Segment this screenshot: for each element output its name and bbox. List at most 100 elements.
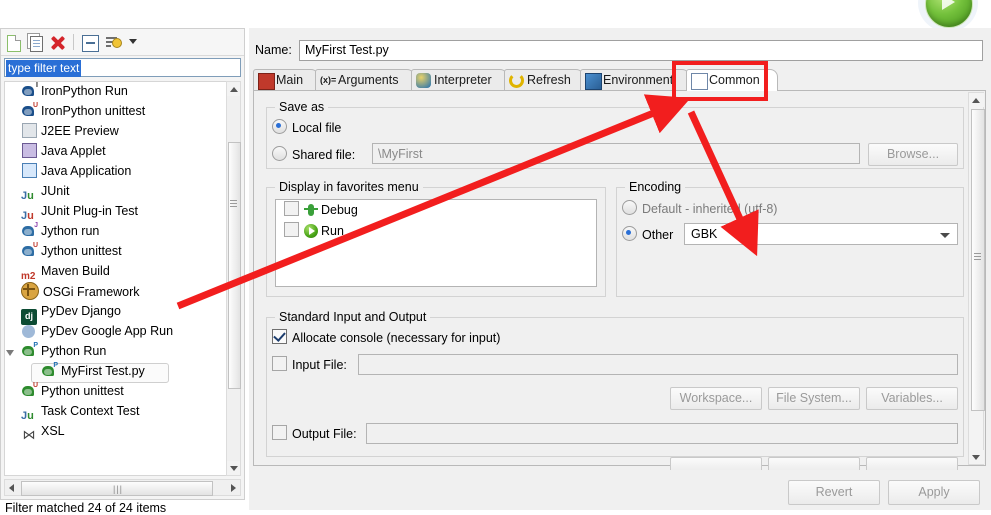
refresh-icon: [509, 73, 524, 88]
tree-item-label: Java Applet: [41, 144, 106, 158]
filter-input[interactable]: type filter text: [4, 58, 241, 77]
encoding-default-radio[interactable]: Default - inherited (utf-8): [622, 200, 777, 216]
encoding-other-combo[interactable]: GBK: [684, 223, 958, 245]
tree-item-python-unittest[interactable]: U Python unittest: [5, 382, 240, 402]
tree-item-label: Jython run: [41, 224, 100, 238]
tree-item-osgi-framework[interactable]: OSGi Framework: [5, 282, 240, 302]
snake-icon: P: [21, 342, 38, 359]
new-configuration-icon[interactable]: [5, 33, 23, 52]
favorites-item-label: Debug: [321, 203, 358, 217]
input-workspace-button[interactable]: Workspace...: [670, 387, 762, 410]
output-file-input[interactable]: [366, 423, 958, 444]
tree-item-label: MyFirst Test.py: [61, 364, 145, 378]
local-file-radio[interactable]: Local file: [272, 119, 341, 135]
shared-file-path-input[interactable]: \MyFirst: [372, 143, 860, 164]
favorites-item-debug[interactable]: Debug: [276, 200, 596, 221]
tree-item-myfirst-test-py[interactable]: P MyFirst Test.py: [5, 362, 240, 383]
tree-item-jython-run[interactable]: J Jython run: [5, 222, 240, 242]
revert-button[interactable]: Revert: [788, 480, 880, 505]
configurations-toolbar: [1, 29, 244, 56]
tree-item-label: Java Application: [41, 164, 132, 178]
tree-item-python-run[interactable]: P Python Run: [5, 342, 240, 362]
tree-scroll-thumb[interactable]: [228, 142, 241, 389]
local-file-label: Local file: [292, 121, 342, 135]
tree-vertical-scrollbar[interactable]: [226, 81, 241, 476]
tree-item-junit[interactable]: Ju JUnit: [5, 182, 240, 202]
tree-item-j2ee-preview[interactable]: J2EE Preview: [5, 122, 240, 142]
tab-main[interactable]: Main: [253, 69, 319, 91]
panel-scroll-down-arrow-icon[interactable]: [969, 450, 984, 464]
browse-button[interactable]: Browse...: [868, 143, 958, 166]
tree-item-label: JUnit: [41, 184, 70, 198]
tree-item-ironpython-run[interactable]: I IronPython Run: [5, 82, 240, 102]
snake-icon: I: [21, 82, 38, 99]
favorites-item-run[interactable]: Run: [276, 221, 596, 242]
interpreter-icon: [416, 73, 431, 88]
tree-item-pydev-django[interactable]: dj PyDev Django: [5, 302, 240, 325]
scroll-down-arrow-icon[interactable]: [227, 461, 240, 475]
apply-button[interactable]: Apply: [888, 480, 980, 505]
tree-item-junit-plug-in-test[interactable]: Ju JUnit Plug-in Test: [5, 202, 240, 222]
chevron-down-icon[interactable]: [940, 233, 950, 238]
scroll-left-arrow-icon[interactable]: [5, 480, 19, 495]
tree-horizontal-scrollbar[interactable]: |||: [4, 479, 241, 496]
view-menu-chevron-icon[interactable]: [129, 39, 137, 44]
encoding-default-label: Default - inherited (utf-8): [642, 202, 778, 216]
main-config-icon: [258, 73, 275, 90]
name-input[interactable]: MyFirst Test.py: [299, 40, 983, 61]
tree-twisty-icon[interactable]: [6, 350, 14, 356]
tree-item-label: PyDev Django: [41, 304, 121, 318]
input-file-system-button[interactable]: File System...: [768, 387, 860, 410]
panel-vertical-scrollbar[interactable]: [968, 92, 985, 465]
tab-refresh[interactable]: Refresh: [504, 69, 584, 91]
encoding-other-combo-value: GBK: [691, 227, 718, 241]
collapse-all-icon[interactable]: [81, 33, 99, 52]
tree-item-jython-unittest[interactable]: U Jython unittest: [5, 242, 240, 262]
shared-file-radio[interactable]: Shared file:: [272, 146, 355, 162]
tree-item-label: Python unittest: [41, 384, 124, 398]
panel-scroll-up-arrow-icon[interactable]: [969, 93, 984, 107]
tree-item-label: Maven Build: [41, 264, 110, 278]
filter-input-value: type filter text: [6, 60, 82, 77]
debug-bug-icon: [304, 203, 318, 217]
favorites-list[interactable]: Debug Run: [275, 199, 597, 287]
encoding-other-radio-mark: [622, 226, 637, 241]
filter-configurations-icon[interactable]: [105, 33, 123, 51]
server-icon: [21, 122, 37, 138]
output-file-label: Output File:: [292, 427, 357, 441]
tree-item-java-application[interactable]: Java Application: [5, 162, 240, 182]
scroll-right-arrow-icon[interactable]: [226, 480, 240, 495]
tree-hscroll-thumb[interactable]: |||: [21, 481, 213, 496]
encoding-other-radio[interactable]: Other: [622, 226, 673, 242]
input-file-input[interactable]: [358, 354, 958, 375]
tree-item-ironpython-unittest[interactable]: U IronPython unittest: [5, 102, 240, 122]
favorites-item-checkbox[interactable]: [284, 201, 299, 216]
tab-interpreter[interactable]: Interpreter: [411, 69, 508, 91]
configurations-list-panel: type filter text I IronPython Run U IronPyt…: [0, 28, 245, 515]
tree-item-label: PyDev Google App Run: [41, 324, 174, 338]
configuration-editor-panel: Name: MyFirst Test.py Main (x)= Arguments I…: [249, 28, 991, 510]
configurations-tree[interactable]: I IronPython Run U IronPython unittest J2EE …: [4, 81, 241, 476]
output-file-checkbox-mark: [272, 425, 287, 440]
tab-label: Main: [276, 73, 304, 87]
tree-item-java-applet[interactable]: Java Applet: [5, 142, 240, 162]
gae-icon: [21, 324, 37, 340]
allocate-console-checkbox[interactable]: Allocate console (necessary for input): [272, 329, 500, 345]
panel-scroll-thumb[interactable]: [971, 109, 985, 411]
tree-item-task-context-test[interactable]: Ju Task Context Test: [5, 402, 240, 422]
tab-arguments[interactable]: (x)= Arguments: [315, 69, 415, 91]
favorites-item-checkbox[interactable]: [284, 222, 299, 237]
delete-configuration-icon[interactable]: [49, 33, 67, 51]
input-file-checkbox[interactable]: Input File:: [272, 356, 347, 372]
output-file-checkbox[interactable]: Output File:: [272, 425, 357, 441]
tree-item-xsl[interactable]: ⋈ XSL: [5, 422, 240, 442]
tree-item-pydev-google-app-run[interactable]: PyDev Google App Run: [5, 322, 240, 342]
xsl-icon: ⋈: [22, 427, 36, 442]
tree-item-maven-build[interactable]: m2 Maven Build: [5, 262, 240, 282]
tree-item-label: Python Run: [41, 344, 107, 358]
scroll-up-arrow-icon[interactable]: [227, 82, 240, 96]
osgi-icon: [21, 282, 39, 300]
duplicate-configuration-icon[interactable]: [27, 33, 45, 52]
input-variables-button[interactable]: Variables...: [866, 387, 958, 410]
dialog-footer: Revert Apply: [249, 470, 991, 510]
